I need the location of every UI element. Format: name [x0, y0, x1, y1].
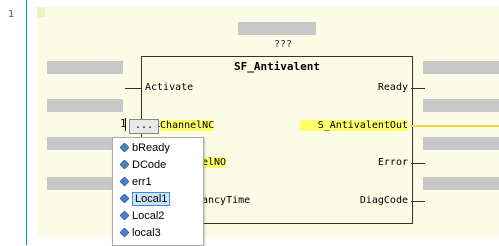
pin-channelnc: ChannelNC [160, 120, 215, 131]
variable-icon [120, 143, 129, 152]
output-placeholder-row4[interactable] [423, 177, 499, 190]
input-placeholder-activate[interactable] [47, 61, 123, 74]
autocomplete-item[interactable]: err1 [115, 174, 199, 190]
pin-error: Error [377, 157, 408, 168]
output-placeholder-row2[interactable] [423, 99, 499, 112]
block-instance-name[interactable]: ??? [238, 39, 328, 50]
gutter-divider [26, 0, 27, 245]
output-placeholder-error[interactable] [423, 137, 499, 150]
pin-ready: Ready [377, 82, 408, 93]
autocomplete-item[interactable]: Local2 [115, 208, 199, 224]
autocomplete-list[interactable]: bReady DCode err1 Local1 Local2 local3 [112, 137, 204, 246]
pin-activate: Activate [145, 82, 194, 93]
autocomplete-item[interactable]: bReady [115, 140, 199, 156]
network-marker [37, 7, 45, 17]
line-number: 1 [8, 9, 15, 20]
autocomplete-item-selected[interactable]: Local1 [115, 191, 199, 207]
wire-ready [411, 88, 425, 89]
pin-diagcode: DiagCode [359, 195, 408, 206]
block-type-name: SF_Antivalent [233, 60, 321, 73]
autocomplete-item[interactable]: local3 [115, 225, 199, 241]
wire-activate [125, 88, 141, 89]
output-placeholder-ready[interactable] [423, 61, 499, 74]
wire-diagcode [411, 201, 425, 202]
instance-placeholder[interactable] [238, 22, 316, 35]
text-caret [125, 118, 126, 131]
input-placeholder-row2[interactable] [47, 99, 123, 112]
editor-gutter [0, 0, 26, 245]
variable-icon [120, 177, 129, 186]
pin-discrepancytime: ancyTime [202, 195, 251, 206]
autocomplete-item[interactable]: DCode [115, 157, 199, 173]
input-assistant-button[interactable]: ... [129, 119, 159, 134]
pin-channelno: elNO [202, 157, 227, 168]
variable-icon [120, 194, 129, 203]
variable-icon [120, 228, 129, 237]
wire-error [411, 163, 425, 164]
pin-s-antivalentout: S_AntivalentOut [300, 120, 408, 131]
variable-icon [120, 211, 129, 220]
variable-icon [120, 160, 129, 169]
wire-s-antivalentout [411, 125, 499, 127]
